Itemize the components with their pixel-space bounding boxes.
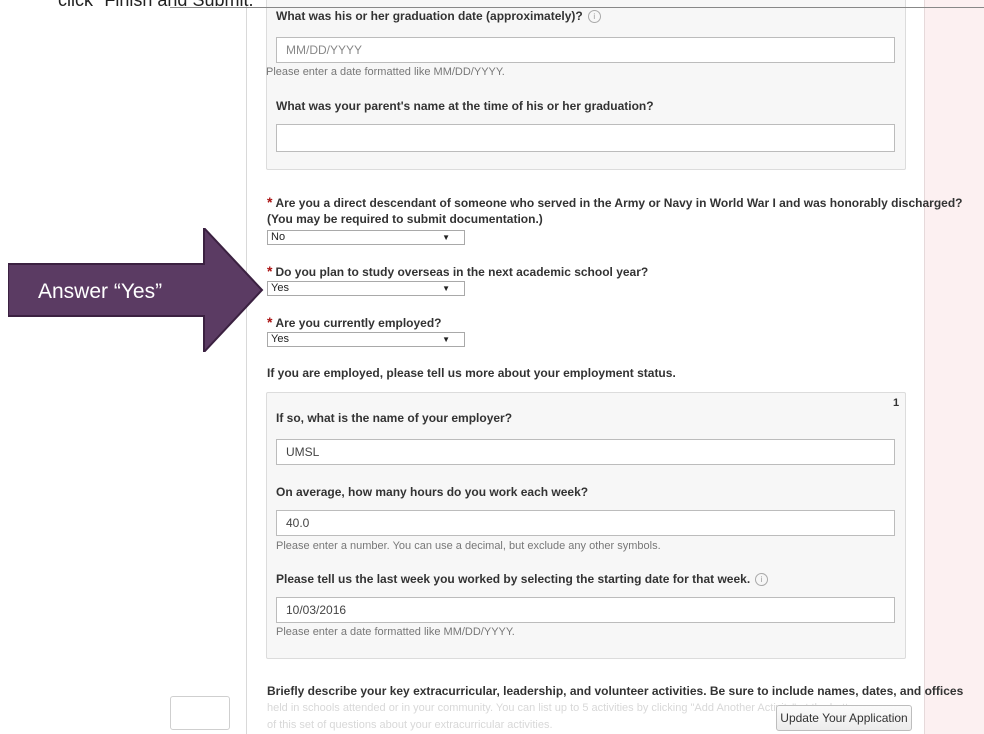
last-week-question: Please tell us the last week you worked … bbox=[276, 572, 769, 586]
employer-input[interactable]: UMSL bbox=[276, 439, 895, 465]
instruction-caption: click "Finish and Submit." bbox=[58, 0, 260, 10]
activities-description-line1: held in schools attended or in your comm… bbox=[267, 702, 864, 714]
hours-input[interactable]: 40.0 bbox=[276, 510, 895, 536]
descendant-select[interactable]: No ▼ bbox=[267, 230, 465, 245]
activities-question: Briefly describe your key extracurricula… bbox=[267, 684, 964, 698]
graduation-date-hint: Please enter a date formatted like MM/DD… bbox=[266, 66, 505, 78]
hours-hint: Please enter a number. You can use a dec… bbox=[276, 540, 661, 552]
employer-question: If so, what is the name of your employer… bbox=[276, 411, 513, 425]
employed-question: * Are you currently employed? bbox=[267, 314, 442, 330]
employed-select[interactable]: Yes ▼ bbox=[267, 332, 465, 347]
hours-question: On average, how many hours do you work e… bbox=[276, 485, 589, 499]
parent-name-input[interactable] bbox=[276, 124, 895, 152]
descendant-question: * Are you a direct descendant of someone … bbox=[267, 194, 963, 210]
graduation-date-question: What was his or her graduation date (app… bbox=[276, 9, 601, 23]
graduation-date-input[interactable]: MM/DD/YYYY bbox=[276, 37, 895, 63]
last-week-hint: Please enter a date formatted like MM/DD… bbox=[276, 626, 515, 638]
activities-description-line2: of this set of questions about your extr… bbox=[267, 719, 553, 731]
callout-label: Answer “Yes” bbox=[38, 280, 163, 303]
parent-name-question: What was your parent's name at the time … bbox=[276, 99, 654, 113]
left-input-box[interactable] bbox=[170, 696, 230, 730]
overseas-select[interactable]: Yes ▼ bbox=[267, 281, 465, 296]
info-icon[interactable]: i bbox=[755, 573, 769, 586]
update-application-button[interactable]: Update Your Application bbox=[776, 705, 912, 731]
overseas-question: * Do you plan to study overseas in the ne… bbox=[267, 263, 649, 279]
right-side-panel bbox=[924, 0, 984, 734]
chevron-down-icon: ▼ bbox=[442, 335, 450, 344]
content-left-border bbox=[246, 0, 247, 734]
caption-divider bbox=[170, 7, 984, 8]
info-icon[interactable]: i bbox=[587, 10, 601, 23]
descendant-question-note: (You may be required to submit documenta… bbox=[267, 212, 543, 226]
last-week-input[interactable]: 10/03/2016 bbox=[276, 597, 895, 623]
employment-intro: If you are employed, please tell us more… bbox=[267, 366, 676, 380]
chevron-down-icon: ▼ bbox=[442, 233, 450, 242]
employment-counter: 1 bbox=[893, 397, 900, 409]
chevron-down-icon: ▼ bbox=[442, 284, 450, 293]
required-asterisk: * bbox=[267, 194, 273, 210]
